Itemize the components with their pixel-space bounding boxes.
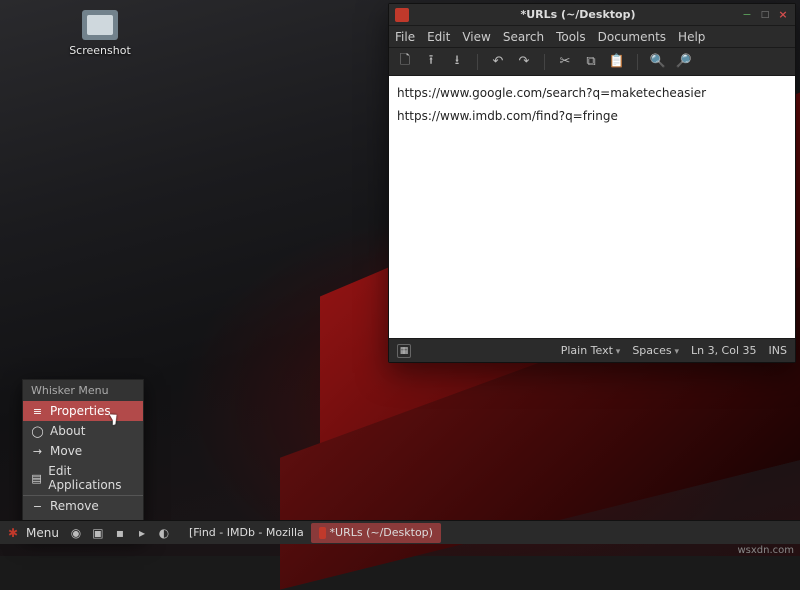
ctx-about[interactable]: ◯ About — [23, 421, 143, 441]
ctx-edit-applications[interactable]: ▤ Edit Applications — [23, 461, 143, 495]
browser-icon[interactable]: ◉ — [67, 524, 85, 542]
copy-icon[interactable]: ⧉ — [583, 54, 599, 70]
desktop-icon-screenshot[interactable]: Screenshot — [64, 10, 136, 57]
syntax-selector[interactable]: Plain Text — [561, 344, 621, 357]
app-icon[interactable]: ◐ — [155, 524, 173, 542]
undo-icon[interactable]: ↶ — [490, 54, 506, 70]
circle-icon: ◯ — [31, 425, 44, 438]
task-label: *URLs (~/Desktop) — [330, 526, 433, 539]
taskbar-item-editor[interactable]: *URLs (~/Desktop) — [311, 523, 441, 543]
toolbar-separator — [477, 54, 478, 70]
menu-search[interactable]: Search — [503, 30, 544, 44]
editor-icon — [319, 527, 326, 539]
start-menu-icon[interactable]: ✱ — [4, 524, 22, 542]
cut-icon[interactable]: ✂ — [557, 54, 573, 70]
context-menu-header: Whisker Menu — [23, 380, 143, 401]
watermark: wsxdn.com — [737, 545, 794, 556]
close-button[interactable] — [777, 9, 789, 21]
insert-mode: INS — [769, 344, 787, 357]
window-title: *URLs (~/Desktop) — [415, 8, 741, 21]
status-bar: ▦ Plain Text Spaces Ln 3, Col 35 INS — [389, 338, 795, 362]
text-line: https://www.imdb.com/find?q=fringe — [397, 105, 787, 128]
indent-selector[interactable]: Spaces — [632, 344, 679, 357]
menubar: File Edit View Search Tools Documents He… — [389, 26, 795, 48]
menu-file[interactable]: File — [395, 30, 415, 44]
text-line: https://www.google.com/search?q=maketech… — [397, 82, 787, 105]
ctx-label: Move — [50, 444, 82, 458]
redo-icon[interactable]: ↷ — [516, 54, 532, 70]
text-editor-window: *URLs (~/Desktop) File Edit View Search … — [388, 3, 796, 363]
toolbar-separator — [544, 54, 545, 70]
sidebar-toggle-icon[interactable]: ▦ — [397, 344, 411, 358]
screenshot-icon — [82, 10, 118, 40]
paste-icon[interactable]: 📋 — [609, 54, 625, 70]
mail-icon[interactable]: ▸ — [133, 524, 151, 542]
app-icon — [395, 8, 409, 22]
toolbar: 🗋 ⭱ ⭳ ↶ ↷ ✂ ⧉ 📋 🔍 🔎 — [389, 48, 795, 76]
window-controls — [741, 9, 789, 21]
find-icon[interactable]: 🔍 — [650, 54, 666, 70]
maximize-button[interactable] — [759, 9, 771, 21]
taskbar-item-firefox[interactable]: [Find - IMDb - Mozilla F... — [177, 523, 307, 543]
ctx-label: Remove — [50, 499, 99, 513]
ctx-label: Edit Applications — [48, 464, 135, 492]
menu-help[interactable]: Help — [678, 30, 705, 44]
edit-icon: ▤ — [31, 472, 42, 485]
ctx-properties[interactable]: ≡ Properties — [23, 401, 143, 421]
minus-icon: − — [31, 500, 44, 513]
ctx-label: About — [50, 424, 85, 438]
task-label: [Find - IMDb - Mozilla F... — [189, 526, 307, 539]
editor-text-area[interactable]: https://www.google.com/search?q=maketech… — [389, 76, 795, 338]
files-icon[interactable]: ▣ — [89, 524, 107, 542]
replace-icon[interactable]: 🔎 — [676, 54, 692, 70]
whisker-context-menu: Whisker Menu ≡ Properties ◯ About → Move… — [22, 379, 144, 537]
arrow-icon: → — [31, 445, 44, 458]
menu-edit[interactable]: Edit — [427, 30, 450, 44]
start-menu-label[interactable]: Menu — [26, 526, 59, 540]
menu-documents[interactable]: Documents — [598, 30, 666, 44]
ctx-remove[interactable]: − Remove — [23, 496, 143, 516]
cursor-position: Ln 3, Col 35 — [691, 344, 757, 357]
desktop-icon-label: Screenshot — [64, 44, 136, 57]
toolbar-separator — [637, 54, 638, 70]
ctx-label: Properties — [50, 404, 111, 418]
taskbar: ✱ Menu ◉ ▣ ▪ ▸ ◐ [Find - IMDb - Mozilla … — [0, 520, 800, 544]
ctx-move[interactable]: → Move — [23, 441, 143, 461]
terminal-icon[interactable]: ▪ — [111, 524, 129, 542]
open-icon[interactable]: ⭱ — [423, 54, 439, 70]
list-icon: ≡ — [31, 405, 44, 418]
minimize-button[interactable] — [741, 9, 753, 21]
new-icon[interactable]: 🗋 — [397, 54, 413, 70]
menu-tools[interactable]: Tools — [556, 30, 586, 44]
save-icon[interactable]: ⭳ — [449, 54, 465, 70]
menu-view[interactable]: View — [462, 30, 490, 44]
window-titlebar[interactable]: *URLs (~/Desktop) — [389, 4, 795, 26]
